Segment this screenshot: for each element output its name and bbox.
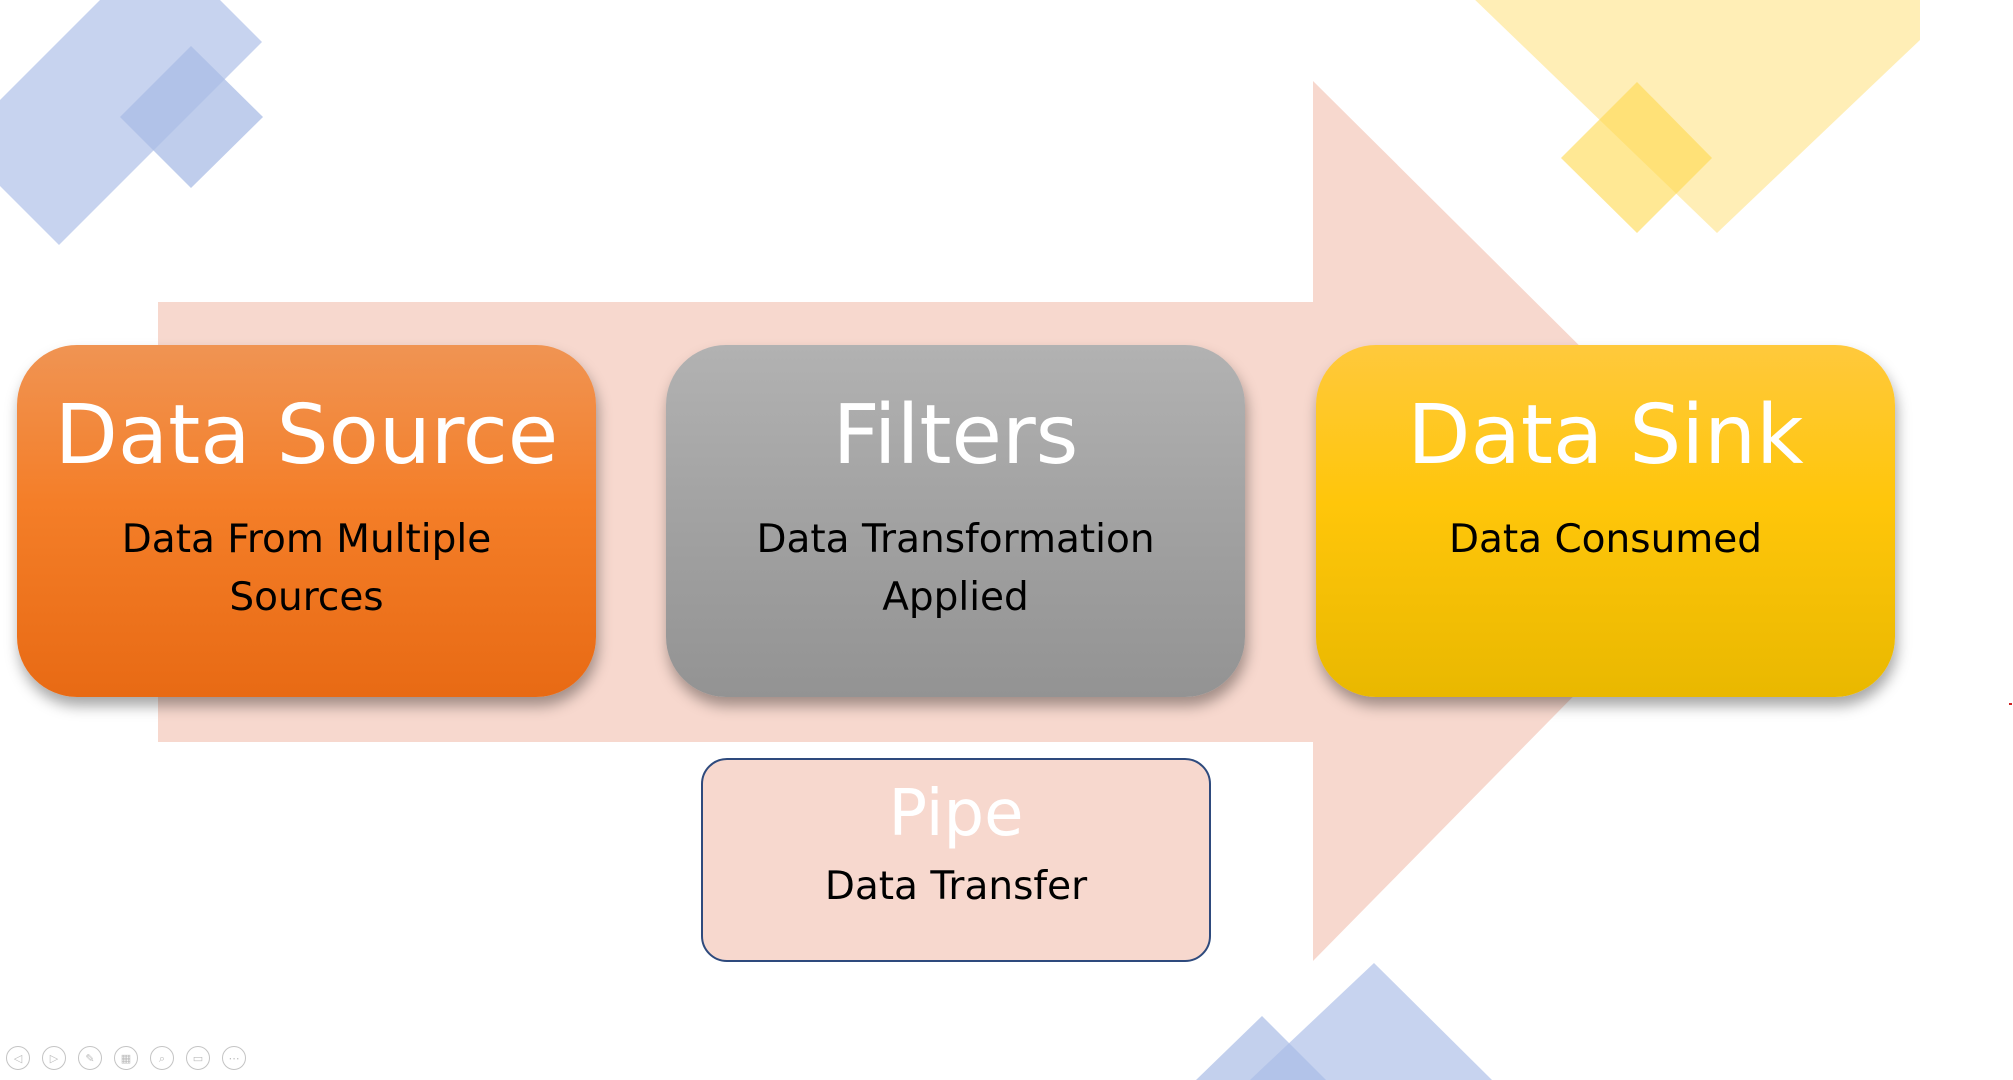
- red-dot-mark: [2009, 703, 2012, 705]
- previous-slide-icon[interactable]: ◁: [6, 1046, 30, 1070]
- filters-description: Data Transformation Applied: [756, 517, 1155, 620]
- pen-icon[interactable]: ✎: [78, 1046, 102, 1070]
- data-sink-title: Data Sink: [1407, 388, 1804, 483]
- see-all-slides-icon[interactable]: ▦: [114, 1046, 138, 1070]
- blue-diamond-bottom-right: [1250, 963, 1492, 1080]
- yellow-diamond-large: [1475, 0, 1920, 233]
- data-sink-description: Data Consumed: [1448, 517, 1763, 562]
- filters-title: Filters: [832, 388, 1079, 483]
- filters-box: Filters Data Transformation Applied: [666, 345, 1245, 697]
- zoom-icon[interactable]: ⌕: [150, 1046, 174, 1070]
- data-source-title: Data Source: [54, 388, 559, 483]
- data-sink-box: Data Sink Data Consumed: [1316, 345, 1895, 697]
- next-slide-icon[interactable]: ▷: [42, 1046, 66, 1070]
- more-options-icon[interactable]: ⋯: [222, 1046, 246, 1070]
- data-source-description: Data From Multiple Sources: [121, 517, 492, 620]
- data-source-box: Data Source Data From Multiple Sources: [17, 345, 596, 697]
- slideshow-controls: ◁ ▷ ✎ ▦ ⌕ ▭ ⋯: [6, 1046, 246, 1070]
- subtitles-icon[interactable]: ▭: [186, 1046, 210, 1070]
- pipe-description: Data Transfer: [824, 864, 1088, 909]
- pipe-box: Pipe Data Transfer: [701, 758, 1211, 962]
- pipe-title: Pipe: [888, 777, 1024, 851]
- slide-canvas: Data Source Data From Multiple Sources F…: [0, 0, 2013, 1080]
